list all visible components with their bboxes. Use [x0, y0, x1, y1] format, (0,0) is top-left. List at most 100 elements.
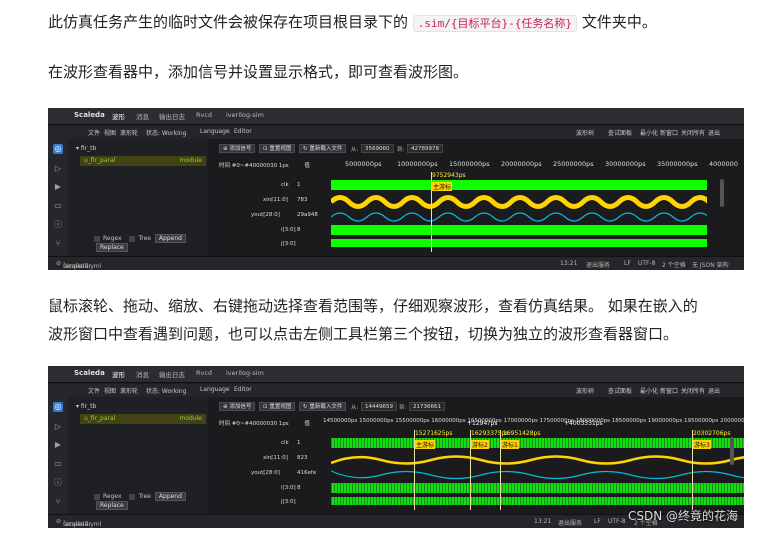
- menu-new-window[interactable]: 新窗口: [660, 386, 678, 395]
- vertical-scrollbar[interactable]: [720, 179, 724, 207]
- tab-output-log[interactable]: 输出日志: [159, 111, 185, 121]
- signal-name: i[3:0]: [281, 485, 296, 491]
- signal-row-i[interactable]: i[3:0] 8: [281, 227, 301, 233]
- ruler-tick: 35000000ps: [657, 160, 698, 168]
- signal-row-i[interactable]: i[3:0] 8: [281, 485, 301, 491]
- signal-row-xin[interactable]: xin[11:0] 823: [263, 455, 308, 461]
- from-input[interactable]: 3569060: [361, 144, 394, 153]
- menu-editor[interactable]: Editor: [234, 128, 252, 135]
- replace-button[interactable]: Replace: [96, 501, 128, 510]
- tab-output-log[interactable]: 输出日志: [159, 369, 185, 379]
- append-button[interactable]: Append: [154, 234, 186, 243]
- status-encoding[interactable]: UTF-8: [608, 518, 626, 525]
- vertical-scrollbar[interactable]: [730, 437, 734, 465]
- info-icon[interactable]: ⓘ: [53, 478, 63, 488]
- status-line-ending[interactable]: LF: [624, 260, 631, 267]
- reset-view-button[interactable]: ⊡ 重置视图: [259, 402, 296, 411]
- tab-messages[interactable]: 消息: [136, 111, 149, 121]
- run-icon[interactable]: ▷: [53, 422, 63, 432]
- menu-wave-tree[interactable]: 波形树: [576, 386, 594, 395]
- menu-file[interactable]: 文件: [88, 128, 100, 137]
- tab-rvcd[interactable]: Rvcd: [196, 111, 212, 119]
- add-signal-button[interactable]: ⊕ 添加信号: [219, 144, 256, 153]
- tab-iverilog-sim[interactable]: iverilog-sim: [226, 369, 264, 377]
- tree-checkbox[interactable]: [129, 235, 136, 242]
- menu-status: 状态: Working: [146, 388, 187, 395]
- tab-waveform[interactable]: 波形: [112, 111, 125, 121]
- cursor-delta-a: +1294?ps: [467, 420, 498, 427]
- menu-language[interactable]: Language: [200, 386, 230, 393]
- signal-row-clk[interactable]: clk 1: [281, 440, 301, 446]
- status-indent[interactable]: 2 个空格: [662, 260, 686, 269]
- signal-row-yout[interactable]: yout[28:0] 29a948: [251, 212, 318, 218]
- time-range: 时间 #0~#40000030 1ps: [219, 421, 289, 427]
- play-icon[interactable]: ▶: [53, 182, 63, 192]
- tree-item-u-fir-paral[interactable]: u_fir_paral module: [80, 414, 206, 424]
- tab-waveform[interactable]: 波形: [112, 369, 125, 379]
- status-cursor-pos[interactable]: 13:21: [534, 518, 551, 525]
- regex-checkbox[interactable]: [94, 493, 100, 500]
- tree-item-u-fir-paral[interactable]: u_fir_paral module: [80, 156, 206, 166]
- status-encoding[interactable]: UTF-8: [638, 260, 656, 267]
- status-exit-service[interactable]: 退出服务: [586, 260, 610, 269]
- status-line-ending[interactable]: LF: [594, 518, 601, 525]
- info-icon[interactable]: ⓘ: [53, 220, 63, 230]
- to-input[interactable]: 42789978: [407, 144, 443, 153]
- to-input[interactable]: 21736661: [409, 402, 445, 411]
- menu-minimize[interactable]: 最小化: [640, 128, 658, 137]
- tree-label: Tree: [138, 493, 151, 500]
- signal-row-xin[interactable]: xin[11:0] 783: [263, 197, 308, 203]
- tab-iverilog-sim[interactable]: iverilog-sim: [226, 111, 264, 119]
- tree-child-type: module: [179, 415, 203, 422]
- menu-exit[interactable]: 退出: [708, 386, 720, 395]
- status-cursor-pos[interactable]: 13:21: [560, 260, 577, 267]
- regex-checkbox[interactable]: [94, 235, 100, 242]
- run-icon[interactable]: ▷: [53, 164, 63, 174]
- tree-root-fir-tb[interactable]: ▾ fir_tb: [76, 403, 96, 410]
- breadcrumb-file-label: scaleda.yml: [65, 263, 102, 270]
- append-button[interactable]: Append: [154, 492, 186, 501]
- wave-icon[interactable]: ◎: [53, 144, 63, 154]
- menu-debug-panel[interactable]: 查试面板: [608, 128, 632, 137]
- signal-row-j[interactable]: j[3:0]e: [281, 499, 296, 505]
- menu-exit[interactable]: 退出: [708, 128, 720, 137]
- menu-wave-tree[interactable]: 波形树: [576, 128, 594, 137]
- tree-checkbox[interactable]: [129, 493, 136, 500]
- tree-root-fir-tb[interactable]: ▾ fir_tb: [76, 145, 96, 152]
- signal-value: 1: [297, 440, 301, 446]
- menu-close-all[interactable]: 关闭所有: [681, 128, 705, 137]
- menu-close-all[interactable]: 关闭所有: [681, 386, 705, 395]
- play-icon[interactable]: ▶: [53, 440, 63, 450]
- from-input[interactable]: 14449659: [361, 402, 397, 411]
- signal-row-yout[interactable]: yout[28:0] 416efe: [251, 470, 316, 476]
- terminal-icon[interactable]: ▭: [53, 459, 63, 469]
- reload-file-button[interactable]: ↻ 重新载入文件: [299, 144, 347, 153]
- wave-icon[interactable]: ◎: [53, 402, 63, 412]
- signal-row-clk[interactable]: clk 1: [281, 182, 301, 188]
- menu-scroll[interactable]: 滚形轮: [120, 386, 138, 395]
- status-exit-service[interactable]: 退出服务: [558, 518, 582, 527]
- reload-file-button[interactable]: ↻ 重新载入文件: [299, 402, 347, 411]
- tab-messages[interactable]: 消息: [136, 369, 149, 379]
- menu-view[interactable]: 视图: [104, 386, 116, 395]
- status-bar: ⊘ simple-fir › scaleda.yml 13:21 退出服务 LF…: [48, 256, 744, 270]
- branch-icon[interactable]: ⑂: [53, 239, 63, 249]
- breadcrumb-project[interactable]: ⊘ simple-fir › scaleda.yml: [56, 518, 101, 528]
- menu-debug-panel[interactable]: 查试面板: [608, 386, 632, 395]
- status-json-schema[interactable]: 无 JSON 架构: [692, 260, 729, 269]
- menu-view[interactable]: 视图: [104, 128, 116, 137]
- menu-new-window[interactable]: 新窗口: [660, 128, 678, 137]
- menu-language[interactable]: Language: [200, 128, 230, 135]
- reset-view-button[interactable]: ⊡ 重置视图: [259, 144, 296, 153]
- replace-button[interactable]: Replace: [96, 243, 128, 252]
- breadcrumb-project[interactable]: ⊘ simple-fir › scaleda.yml: [56, 260, 101, 270]
- menu-editor[interactable]: Editor: [234, 386, 252, 393]
- branch-icon[interactable]: ⑂: [53, 497, 63, 507]
- terminal-icon[interactable]: ▭: [53, 201, 63, 211]
- menu-scroll[interactable]: 滚形轮: [120, 128, 138, 137]
- tab-rvcd[interactable]: Rvcd: [196, 369, 212, 377]
- menu-file[interactable]: 文件: [88, 386, 100, 395]
- signal-row-j[interactable]: j[3:0]e: [281, 241, 296, 247]
- add-signal-button[interactable]: ⊕ 添加信号: [219, 402, 256, 411]
- menu-minimize[interactable]: 最小化: [640, 386, 658, 395]
